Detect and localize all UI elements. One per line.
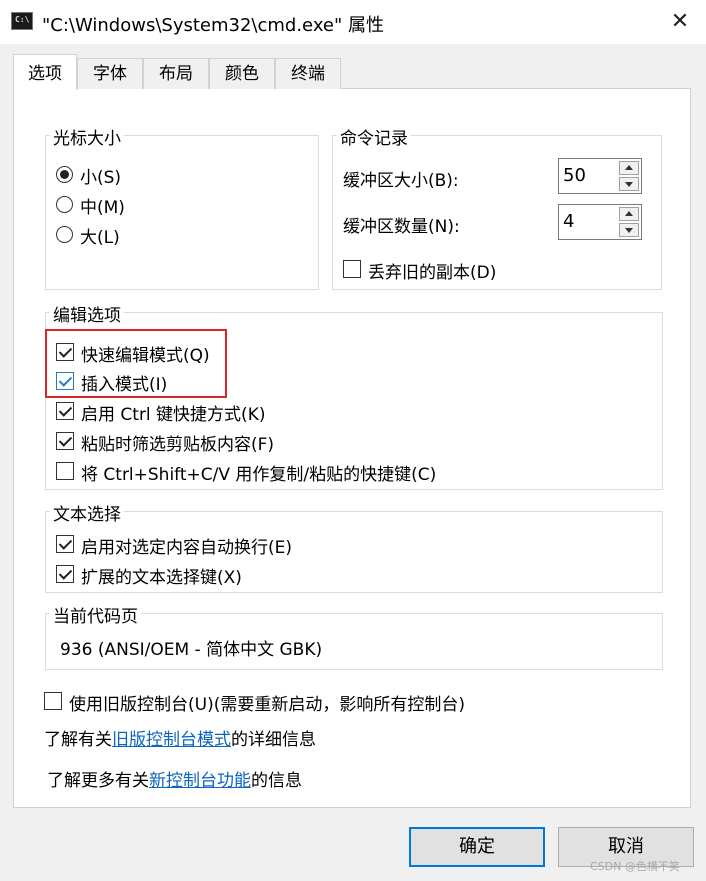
cmd-app-icon-text: C:\ <box>15 15 30 24</box>
quick-edit-label[interactable]: 快速编辑模式(Q) <box>81 341 210 366</box>
ok-button[interactable]: 确定 <box>409 827 545 867</box>
discard-old-checkbox[interactable] <box>343 260 361 278</box>
legacy-info-suffix: 的详细信息 <box>231 730 316 750</box>
legacy-console-label[interactable]: 使用旧版控制台(U)(需要重新启动，影响所有控制台) <box>69 690 465 715</box>
cursor-size-legend: 光标大小 <box>50 124 124 149</box>
ctrl-shortcuts-label[interactable]: 启用 Ctrl 键快捷方式(K) <box>81 400 265 425</box>
code-page-legend: 当前代码页 <box>50 602 141 627</box>
legacy-info-line: 了解有关旧版控制台模式的详细信息 <box>44 725 316 750</box>
buffer-count-up-button[interactable] <box>619 207 639 221</box>
edit-options-legend: 编辑选项 <box>50 301 124 326</box>
filter-clipboard-label[interactable]: 粘贴时筛选剪贴板内容(F) <box>81 430 274 455</box>
tab-colors[interactable]: 颜色 <box>209 58 275 89</box>
tab-layout[interactable]: 布局 <box>143 58 209 89</box>
radio-cursor-small[interactable] <box>56 166 73 183</box>
radio-cursor-large[interactable] <box>56 226 73 243</box>
buffer-size-value[interactable]: 50 <box>563 165 586 186</box>
extended-selection-keys-label[interactable]: 扩展的文本选择键(X) <box>81 563 242 588</box>
new-features-link[interactable]: 新控制台功能 <box>149 771 251 791</box>
insert-mode-label[interactable]: 插入模式(I) <box>81 370 167 395</box>
buffer-count-down-button[interactable] <box>619 223 639 237</box>
ctrl-shift-cv-checkbox[interactable] <box>56 462 74 480</box>
buffer-count-stepper[interactable]: 4 <box>558 204 642 240</box>
legacy-console-checkbox[interactable] <box>44 692 62 710</box>
tab-terminal[interactable]: 终端 <box>275 58 341 89</box>
tab-options[interactable]: 选项 <box>13 54 77 90</box>
discard-old-label[interactable]: 丢弃旧的副本(D) <box>368 258 496 283</box>
arrow-up-icon <box>625 211 633 216</box>
arrow-up-icon <box>625 165 633 170</box>
insert-mode-checkbox[interactable] <box>56 372 74 390</box>
filter-clipboard-checkbox[interactable] <box>56 432 74 450</box>
line-wrap-selection-label[interactable]: 启用对选定内容自动换行(E) <box>81 533 292 558</box>
code-page-value: 936 (ANSI/OEM - 简体中文 GBK) <box>60 640 323 660</box>
buffer-size-stepper[interactable]: 50 <box>558 158 642 194</box>
ctrl-shortcuts-checkbox[interactable] <box>56 402 74 420</box>
command-history-legend: 命令记录 <box>337 124 411 149</box>
buffer-size-up-button[interactable] <box>619 161 639 175</box>
cmd-app-icon: C:\ <box>11 12 33 30</box>
buffer-size-label: 缓冲区大小(B): <box>343 171 459 191</box>
radio-cursor-large-label[interactable]: 大(L) <box>80 223 120 248</box>
new-features-info-line: 了解更多有关新控制台功能的信息 <box>47 766 302 791</box>
watermark-text: CSDN @色横不笑 <box>590 860 680 873</box>
legacy-info-prefix: 了解有关 <box>44 730 112 750</box>
radio-cursor-medium-label[interactable]: 中(M) <box>80 193 125 218</box>
text-selection-legend: 文本选择 <box>50 500 124 525</box>
extended-selection-keys-checkbox[interactable] <box>56 565 74 583</box>
buffer-size-down-button[interactable] <box>619 177 639 191</box>
arrow-down-icon <box>625 182 633 187</box>
buffer-count-value[interactable]: 4 <box>563 211 574 232</box>
close-icon[interactable]: ✕ <box>660 6 700 38</box>
radio-cursor-medium[interactable] <box>56 196 73 213</box>
line-wrap-selection-checkbox[interactable] <box>56 535 74 553</box>
window-title: "C:\Windows\System32\cmd.exe" 属性 <box>42 15 384 36</box>
ctrl-shift-cv-label[interactable]: 将 Ctrl+Shift+C/V 用作复制/粘贴的快捷键(C) <box>81 460 436 485</box>
new-features-suffix: 的信息 <box>251 771 302 791</box>
buffer-count-label: 缓冲区数量(N): <box>343 217 460 237</box>
arrow-down-icon <box>625 228 633 233</box>
tab-font[interactable]: 字体 <box>77 58 143 89</box>
radio-cursor-small-label[interactable]: 小(S) <box>80 163 121 188</box>
new-features-prefix: 了解更多有关 <box>47 771 149 791</box>
quick-edit-checkbox[interactable] <box>56 343 74 361</box>
legacy-mode-link[interactable]: 旧版控制台模式 <box>112 730 231 750</box>
